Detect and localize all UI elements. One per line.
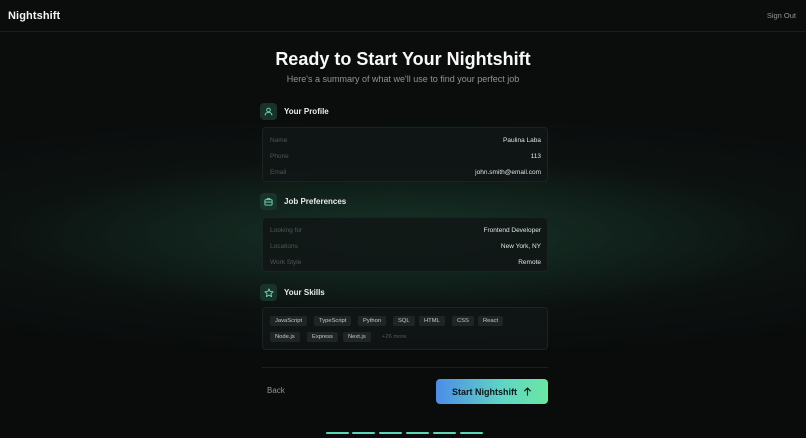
skill-chip-sql: SQL xyxy=(393,316,415,326)
user-icon xyxy=(260,103,277,120)
arrow-up-icon xyxy=(524,387,531,396)
skill-chip-nextjs: Next.js xyxy=(343,332,371,342)
work-style-label: Work Style xyxy=(270,258,302,266)
preferences-section-header: Job Preferences xyxy=(260,193,346,210)
page-subtitle: Here's a summary of what we'll use to fi… xyxy=(286,74,520,84)
skill-chip-express: Express xyxy=(307,332,338,342)
profile-name-label: Name xyxy=(270,136,288,144)
profile-row-email: Email john.smith@email.com xyxy=(263,167,549,177)
start-nightshift-label: Start Nightshift xyxy=(452,386,517,397)
start-nightshift-button[interactable]: Start Nightshift xyxy=(436,379,548,404)
top-bar: Nightshift Sign Out xyxy=(0,0,806,32)
preferences-card: Looking for Frontend Developer Locations… xyxy=(262,217,548,272)
profile-phone-label: Phone xyxy=(270,152,289,160)
locations-label: Locations xyxy=(270,242,298,250)
looking-for-label: Looking for xyxy=(270,226,303,234)
footer-divider xyxy=(262,367,548,368)
star-icon xyxy=(260,284,277,301)
skill-chip-nodejs: Node.js xyxy=(270,332,300,342)
profile-row-name: Name Paulina Laba xyxy=(263,135,549,145)
skill-chip-typescript: TypeScript xyxy=(314,316,352,326)
skills-card: JavaScript TypeScript Python SQL HTML CS… xyxy=(262,307,548,350)
skill-chip-react: React xyxy=(478,316,504,326)
page-title: Ready to Start Your Nightshift xyxy=(275,49,531,69)
briefcase-icon xyxy=(260,193,277,210)
skills-section-title: Your Skills xyxy=(284,288,325,297)
preferences-row-work-style: Work Style Remote xyxy=(263,257,549,267)
sign-out-link[interactable]: Sign Out xyxy=(767,11,796,20)
profile-phone-value: 113 xyxy=(530,152,541,160)
skills-section-header: Your Skills xyxy=(260,284,325,301)
brand-logo[interactable]: Nightshift xyxy=(8,10,60,22)
locations-value: New York, NY xyxy=(500,242,541,250)
profile-email-value: john.smith@email.com xyxy=(475,168,541,176)
profile-section-header: Your Profile xyxy=(260,103,329,120)
skill-chip-python: Python xyxy=(358,316,387,326)
progress-steps xyxy=(0,432,806,435)
looking-for-value: Frontend Developer xyxy=(483,226,541,234)
profile-card: Name Paulina Laba Phone 113 Email john.s… xyxy=(262,127,548,182)
skill-chip-css: CSS xyxy=(452,316,474,326)
profile-row-phone: Phone 113 xyxy=(263,151,549,161)
skill-chip-javascript: JavaScript xyxy=(270,316,308,326)
preferences-row-locations: Locations New York, NY xyxy=(263,241,549,251)
progress-step-6 xyxy=(460,432,483,434)
profile-email-label: Email xyxy=(270,168,287,176)
skill-chip-html: HTML xyxy=(419,316,445,326)
progress-step-2 xyxy=(352,432,375,434)
preferences-row-looking-for: Looking for Frontend Developer xyxy=(263,225,549,235)
profile-section-title: Your Profile xyxy=(284,107,329,116)
back-button[interactable]: Back xyxy=(267,386,285,395)
progress-step-1 xyxy=(326,432,349,434)
preferences-section-title: Job Preferences xyxy=(284,197,347,206)
progress-step-5 xyxy=(433,432,456,434)
more-skills-label: +26 more xyxy=(382,334,407,340)
profile-name-value: Paulina Laba xyxy=(503,136,541,144)
work-style-value: Remote xyxy=(518,258,541,266)
progress-step-3 xyxy=(379,432,402,434)
progress-step-4 xyxy=(406,432,429,434)
